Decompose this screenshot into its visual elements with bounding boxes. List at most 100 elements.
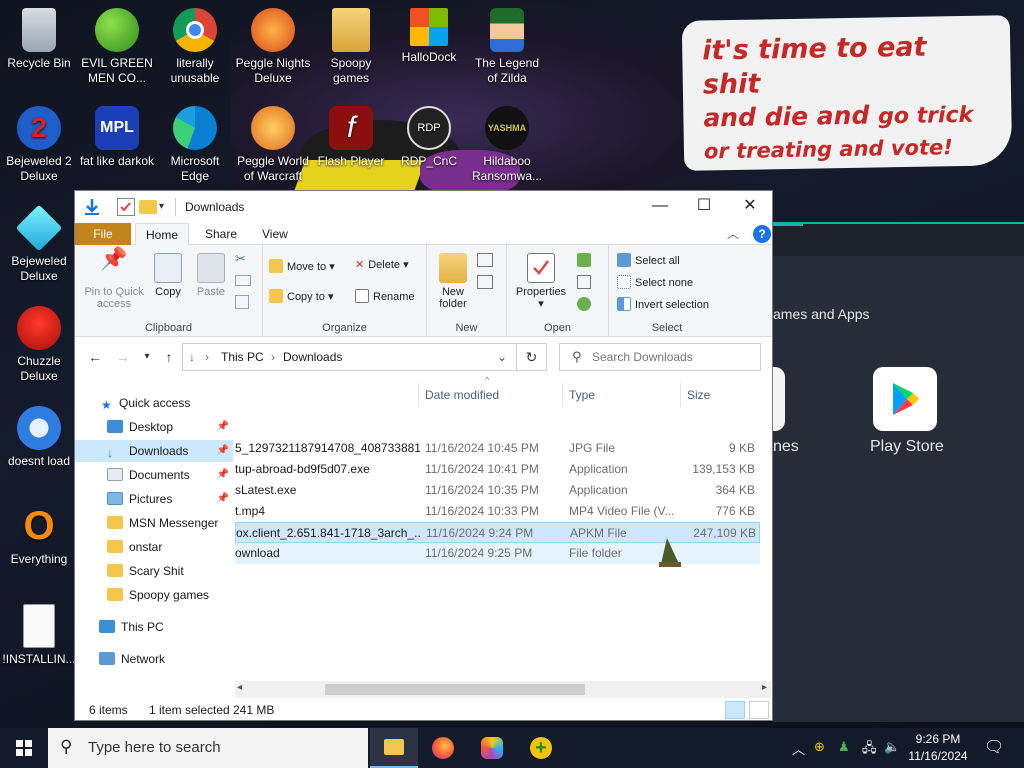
nav-item-desktop[interactable]: Desktop 📌 [75, 416, 233, 438]
table-row[interactable]: tup-abroad-bd9f5d07.exe 11/16/2024 10:41… [235, 459, 760, 480]
details-view-icon[interactable] [725, 701, 745, 719]
desktop-icon-doesnt-load[interactable]: doesnt load [1, 406, 77, 469]
horizontal-scrollbar[interactable]: ◂ ▸ [235, 681, 771, 698]
scrollbar-thumb[interactable] [325, 684, 585, 695]
pin-to-quick-access-button[interactable]: 📌 Pin to Quick access [81, 248, 147, 311]
start-button[interactable] [0, 728, 48, 768]
minimize-button[interactable]: — [637, 191, 683, 221]
taskbar-file-explorer[interactable] [370, 728, 418, 768]
invert-selection-button[interactable]: Invert selection [617, 297, 709, 311]
collapse-ribbon-icon[interactable]: ︿ [727, 223, 739, 245]
recent-locations-icon[interactable]: ▾ [137, 347, 157, 367]
desktop-icon-rdp-cnc[interactable]: RDP RDP_CnC [391, 106, 467, 169]
tray-people-icon[interactable]: ♟ [838, 739, 850, 755]
desktop-icon-evil-green-men[interactable]: EVIL GREEN MEN CO... [79, 8, 155, 86]
play-store-tile[interactable] [873, 367, 937, 431]
volume-icon[interactable]: 🔈 [884, 739, 900, 755]
show-hidden-icons-icon[interactable]: ︿ [792, 739, 805, 758]
notifications-icon[interactable]: 🗨 [984, 737, 1004, 757]
background-app-tile-partial[interactable] [773, 367, 785, 431]
select-none-button[interactable]: Select none [617, 275, 693, 289]
desktop-icon-flash-player[interactable]: f Flash Player [313, 106, 389, 169]
address-dropdown-icon[interactable]: ⌄ [497, 350, 507, 364]
taskbar-firefox[interactable] [419, 728, 467, 768]
tab-file[interactable]: File [75, 223, 131, 245]
breadcrumb-downloads[interactable]: Downloads [283, 350, 342, 364]
taskbar-search[interactable]: ⚲ Type here to search [48, 728, 368, 768]
system-clock[interactable]: 9:26 PM 11/16/2024 [903, 731, 973, 765]
copy-button[interactable]: Copy [151, 253, 185, 298]
explorer-titlebar[interactable]: ▾ Downloads — ☐ ✕ [75, 191, 772, 223]
column-header-date[interactable]: Date modified [418, 383, 562, 407]
large-icons-view-icon[interactable] [749, 701, 769, 719]
delete-button[interactable]: ✕ Delete ▾ [355, 259, 409, 271]
address-bar[interactable]: ↓ › This PC › Downloads ⌄ [182, 343, 517, 371]
desktop-icon-hildaboo[interactable]: YASHMA Hildaboo Ransomwa... [469, 106, 545, 184]
search-input[interactable] [592, 348, 752, 366]
taskbar-app-green-plus[interactable]: + [517, 728, 565, 768]
desktop-icon-everything[interactable]: O Everything [1, 504, 77, 567]
up-arrow-icon[interactable]: ↑ [159, 347, 179, 367]
desktop-icon-literally-unusable[interactable]: literally unusable [157, 8, 233, 86]
desktop-icon-fat-like-darkok[interactable]: MPL fat like darkok [79, 106, 155, 169]
new-folder-quick-icon[interactable] [139, 200, 157, 214]
nav-item-pictures[interactable]: Pictures 📌 [75, 488, 233, 510]
nav-quick-access[interactable]: ★ Quick access [75, 392, 233, 414]
desktop-icon-microsoft-edge[interactable]: Microsoft Edge [157, 106, 233, 184]
desktop-icon-spoopy-games[interactable]: Spoopy games [313, 8, 389, 86]
paste-shortcut-icon[interactable] [235, 295, 249, 309]
back-arrow-icon[interactable]: ← [85, 347, 105, 367]
column-header-size[interactable]: Size [680, 383, 760, 407]
copy-path-icon[interactable] [235, 275, 251, 286]
close-button[interactable]: ✕ [727, 191, 773, 221]
nav-item-spoopy-games[interactable]: Spoopy games [75, 584, 233, 606]
properties-button[interactable]: Properties ▾ [513, 253, 569, 310]
network-icon[interactable]: 🖧 [862, 739, 877, 761]
properties-check-icon[interactable] [117, 198, 135, 216]
tab-share[interactable]: Share [195, 223, 247, 245]
history-icon[interactable] [577, 297, 591, 311]
nav-item-downloads[interactable]: ↓ Downloads 📌 [75, 440, 233, 462]
nav-this-pc[interactable]: This PC [75, 616, 233, 638]
nav-item-scary-shit[interactable]: Scary Shit [75, 560, 233, 582]
maximize-button[interactable]: ☐ [681, 191, 727, 221]
tray-app-icon[interactable]: ⊕ [814, 739, 825, 755]
tab-view[interactable]: View [252, 223, 298, 245]
nav-network[interactable]: Network [75, 648, 233, 670]
edit-icon[interactable] [577, 275, 591, 289]
breadcrumb-this-pc[interactable]: This PC [221, 350, 264, 364]
desktop-icon-recycle-bin[interactable]: Recycle Bin [1, 8, 77, 71]
column-header-type[interactable]: Type [562, 383, 680, 407]
desktop-icon-peggle-nights[interactable]: Peggle Nights Deluxe [235, 8, 311, 86]
paste-button[interactable]: Paste [193, 253, 229, 298]
forward-arrow-icon[interactable]: → [113, 347, 133, 367]
table-row[interactable]: sLatest.exe 11/16/2024 10:35 PM Applicat… [235, 480, 760, 501]
nav-item-onstar[interactable]: onstar [75, 536, 233, 558]
move-to-button[interactable]: Move to ▾ [269, 259, 335, 273]
open-icon[interactable] [577, 253, 591, 267]
desktop-icon-bejeweled2[interactable]: 2 Bejeweled 2 Deluxe [1, 106, 77, 184]
table-row[interactable]: t.mp4 11/16/2024 10:33 PM MP4 Video File… [235, 501, 760, 522]
nav-item-msn-messenger[interactable]: MSN Messenger [75, 512, 233, 534]
desktop-icon-chuzzle[interactable]: Chuzzle Deluxe [1, 306, 77, 384]
scroll-left-icon[interactable]: ◂ [237, 682, 242, 693]
search-box[interactable]: ⚲ [559, 343, 761, 371]
tab-home[interactable]: Home [135, 223, 190, 245]
refresh-button[interactable]: ↻ [517, 343, 547, 371]
scroll-right-icon[interactable]: ▸ [762, 682, 767, 693]
table-row[interactable]: ownload 11/16/2024 9:25 PM File folder [235, 543, 760, 564]
new-folder-button[interactable]: New folder [433, 253, 473, 310]
desktop-icon-hallodock[interactable]: HalloDock [391, 8, 467, 65]
help-icon[interactable]: ? [753, 225, 771, 243]
select-all-button[interactable]: Select all [617, 253, 680, 267]
new-item-icon[interactable] [477, 253, 493, 267]
taskbar-app-colorful[interactable] [468, 728, 516, 768]
easy-access-icon[interactable] [477, 275, 493, 289]
desktop-icon-peggle-world-of-warcraft[interactable]: Peggle World of Warcraft [235, 106, 311, 184]
desktop-icon-installing[interactable]: !INSTALLIN... [1, 604, 77, 667]
desktop-icon-legend-of-zilda[interactable]: The Legend of Zilda [469, 8, 545, 86]
rename-button[interactable]: Rename [355, 289, 415, 303]
cut-icon[interactable]: ✂ [235, 252, 246, 265]
desktop-icon-bejeweled[interactable]: Bejeweled Deluxe [1, 204, 77, 284]
table-row[interactable]: 5_1297321187914708_408733881... 11/16/20… [235, 438, 760, 459]
